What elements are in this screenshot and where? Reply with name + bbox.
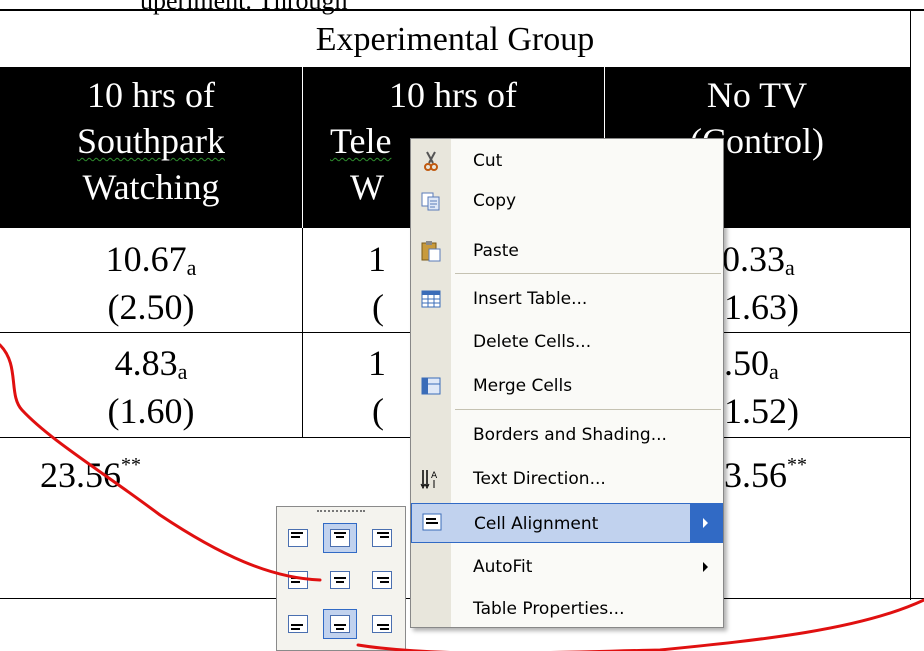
align-middle-center-icon <box>330 571 350 589</box>
menu-item-label: Cell Alignment <box>474 514 599 534</box>
menu-item-label: Paste <box>473 241 519 261</box>
align-bottom-left-icon <box>288 615 308 633</box>
table-cell: 1 <box>368 343 386 383</box>
align-bottom-center-button[interactable] <box>323 609 357 639</box>
cell-alignment-palette <box>276 506 406 651</box>
align-middle-left-button[interactable] <box>281 565 315 595</box>
header-line: Southpark <box>77 121 225 161</box>
header-line: 10 hrs of <box>87 75 215 115</box>
header-line: 10 hrs of <box>389 75 517 115</box>
menu-item-cut[interactable]: Cut <box>411 143 723 179</box>
menu-item-delete-cells[interactable]: Delete Cells... <box>411 324 723 360</box>
menu-separator <box>455 409 721 410</box>
align-bottom-center-icon <box>330 615 350 633</box>
align-top-left-button[interactable] <box>281 523 315 553</box>
align-top-right-button[interactable] <box>365 523 399 553</box>
submenu-arrow-area <box>690 504 722 542</box>
table-cell: 1.63) <box>724 287 799 327</box>
menu-item-copy[interactable]: Copy <box>411 183 723 219</box>
align-middle-center-button[interactable] <box>323 565 357 595</box>
align-middle-right-icon <box>372 571 392 589</box>
group-title: Experimental Group <box>315 21 595 58</box>
table-top-rule <box>0 9 924 11</box>
menu-separator <box>455 273 721 274</box>
header-line: Tele <box>330 121 392 161</box>
menu-item-label: Table Properties... <box>473 599 625 619</box>
menu-item-label: Delete Cells... <box>473 332 592 352</box>
align-bottom-left-button[interactable] <box>281 609 315 639</box>
menu-item-label: Cut <box>473 151 503 171</box>
menu-item-label: Merge Cells <box>473 376 573 396</box>
header-line: Watching <box>82 167 220 207</box>
menu-item-label: Copy <box>473 191 517 211</box>
menu-item-merge-cells[interactable]: Merge Cells <box>411 368 723 404</box>
svg-text:A: A <box>431 471 438 481</box>
chevron-right-icon <box>703 562 708 572</box>
copy-icon <box>419 189 443 213</box>
table-cell: .50a <box>724 343 779 384</box>
menu-item-label: Borders and Shading... <box>473 425 667 445</box>
palette-drag-handle[interactable] <box>317 510 365 515</box>
menu-item-label: AutoFit <box>473 557 533 577</box>
table-cell: (1.60) <box>107 391 195 431</box>
table-cell: 1.52) <box>724 391 799 431</box>
menu-item-label: Text Direction... <box>473 469 606 489</box>
context-menu: Cut Copy Paste Insert Table... Delete Ce… <box>410 138 724 628</box>
align-top-center-icon <box>330 529 350 547</box>
menu-item-table-properties[interactable]: Table Properties... <box>411 591 723 627</box>
menu-item-text-direction[interactable]: A Text Direction... <box>411 461 723 497</box>
column-divider <box>302 228 303 438</box>
menu-item-paste[interactable]: Paste <box>411 233 723 269</box>
table-cell: ( <box>372 391 384 431</box>
merge-cells-icon <box>419 374 443 398</box>
menu-item-autofit[interactable]: AutoFit <box>411 549 723 585</box>
align-middle-left-icon <box>288 571 308 589</box>
align-top-center-button[interactable] <box>323 523 357 553</box>
table-cell: 10.67a <box>105 239 197 280</box>
table-cell: 3.56** <box>724 454 807 495</box>
table-cell: 1 <box>368 239 386 279</box>
align-top-left-icon <box>288 529 308 547</box>
paste-icon <box>419 239 443 263</box>
menu-item-borders-shading[interactable]: Borders and Shading... <box>411 417 723 453</box>
table-cell: ( <box>372 287 384 327</box>
table-cell: 0.33a <box>722 239 795 280</box>
table-cell: (2.50) <box>107 287 195 327</box>
menu-item-insert-table[interactable]: Insert Table... <box>411 281 723 317</box>
align-bottom-right-button[interactable] <box>365 609 399 639</box>
scissors-icon <box>419 149 443 173</box>
align-top-right-icon <box>372 529 392 547</box>
column-divider <box>910 10 911 600</box>
menu-item-label: Insert Table... <box>473 289 588 309</box>
insert-table-icon <box>419 287 443 311</box>
align-bottom-right-icon <box>372 615 392 633</box>
chevron-right-icon <box>703 518 708 528</box>
header-line: No TV <box>706 75 808 115</box>
table-cell: 23.56** <box>40 454 141 495</box>
table-cell: 4.83a <box>114 343 188 384</box>
align-middle-right-button[interactable] <box>365 565 399 595</box>
menu-item-cell-alignment[interactable]: Cell Alignment <box>411 503 723 543</box>
column-header-southpark: 10 hrs of Southpark Watching <box>0 72 302 210</box>
text-direction-icon: A <box>419 467 443 491</box>
cell-alignment-icon <box>420 510 444 534</box>
